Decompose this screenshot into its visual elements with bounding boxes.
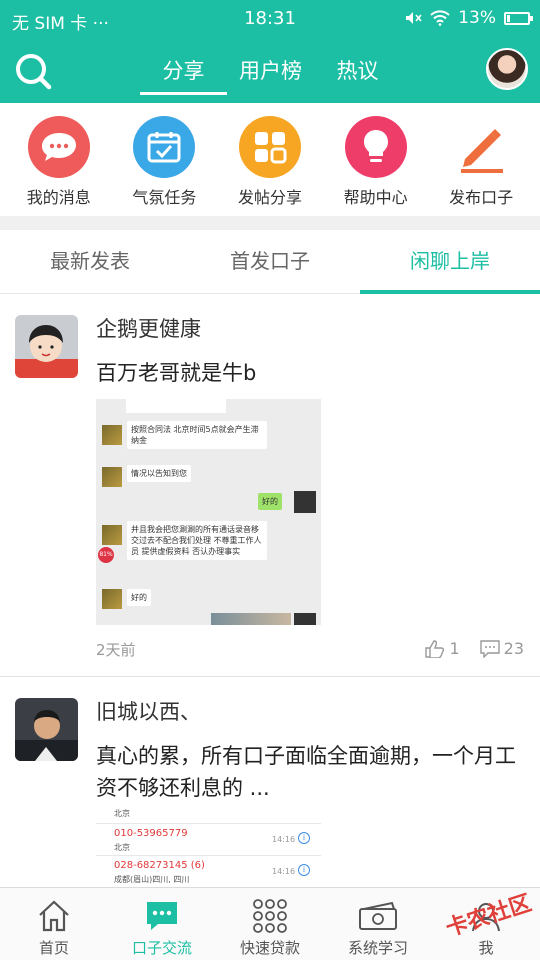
call-place: 北京 [114,843,130,852]
chat-avatar [102,589,122,609]
nav-label: 系统学习 [347,939,408,957]
nav-home[interactable]: 首页 [0,888,108,960]
battery-percent: 13% [458,8,496,28]
like-count: 1 [449,639,460,658]
call-place: 北京 [114,809,130,818]
search-button[interactable] [14,52,54,92]
grid-icon [238,116,301,178]
post-time: 2天前 [96,641,136,659]
call-time: 14:16 [272,835,296,844]
pencil-icon [450,116,512,178]
shortcut-row: 我的消息 气氛任务 发帖分享 帮助中心 发布口子 [0,103,540,216]
shortcut-label: 我的消息 [26,188,91,207]
chat-message: 并且我会把您涮涮的所有通话录音移交过去不配合我们处理 不尊重工作人员 提供虚假资… [127,521,267,560]
shortcut-label: 发帖分享 [237,188,302,207]
tab-chat-ashore[interactable]: 闲聊上岸 [360,230,540,294]
post-author[interactable]: 企鹅更健康 [96,313,201,343]
call-row: 010-53965779 北京 14:16 i [96,826,321,856]
call-row: 北京 [96,806,321,824]
lightbulb-icon [344,116,407,178]
chat-avatar [102,425,122,445]
status-icons: 13% [404,8,533,28]
post-card[interactable]: 旧城以西、 真心的累，所有口子面临全面逾期，一个月工资不够还利息的 ... 北京… [0,678,540,888]
chat-message: 情况以告知到您 [127,465,191,482]
chat-message: 好的 [127,589,151,606]
tab-first-release[interactable]: 首发口子 [180,230,360,293]
call-number: 028-68273145 (6) [114,860,205,871]
comment-count: 23 [503,639,524,658]
battery-icon [504,11,533,25]
nav-label: 口子交流 [131,939,192,957]
chat-icon [108,896,216,936]
nav-system-learning[interactable]: 系统学习 [324,888,432,960]
shortcut-my-messages[interactable]: 我的消息 [9,103,109,216]
tab-hot-discussion[interactable]: 热议 [314,55,401,95]
avatar[interactable] [15,698,78,761]
post-image[interactable]: 按照合同法 北京时间5点就会产生滞纳金 情况以告知到您 好的 81% 并且我会把… [96,399,321,625]
thumbs-up-icon [425,639,445,658]
wifi-icon [430,10,450,26]
chat-message: 好的 [258,493,282,510]
post-stats: 1 23 [425,639,524,658]
tab-user-ranking[interactable]: 用户榜 [227,55,314,95]
call-time: 14:16 [272,867,296,876]
search-icon [16,54,52,90]
chat-avatar [294,491,316,513]
header-tabs: 分享 用户榜 热议 [140,55,401,95]
mute-icon [406,12,422,24]
post-author[interactable]: 旧城以西、 [96,696,201,726]
chat-bubble-icon [27,116,90,178]
shortcut-label: 发布口子 [449,188,514,207]
progress-badge: 81% [98,547,114,563]
shortcut-tasks[interactable]: 气氛任务 [114,103,214,216]
post-text: 百万老哥就是牛b [96,361,257,385]
nav-fast-loan[interactable]: 快速贷款 [216,888,324,960]
nav-label: 我 [478,939,494,957]
shortcut-publish-loan[interactable]: 发布口子 [431,103,531,216]
profile-avatar[interactable] [486,48,528,90]
shortcut-label: 气氛任务 [132,188,197,207]
call-number: 010-53965779 [114,828,188,839]
shortcut-help-center[interactable]: 帮助中心 [326,103,426,216]
chat-avatar [102,525,122,545]
status-bar: 无 SIM 卡 ··· 18:31 13% [0,0,540,38]
comment-icon [479,639,500,658]
info-icon: i [298,864,310,876]
top-bar: 无 SIM 卡 ··· 18:31 13% 分享 用户榜 热议 [0,0,540,103]
chat-avatar [102,467,122,487]
sub-tabs: 最新发表 首发口子 闲聊上岸 [0,230,540,294]
avatar[interactable] [15,315,78,378]
battery-level [507,14,510,22]
post-card[interactable]: 企鹅更健康 百万老哥就是牛b 按照合同法 北京时间5点就会产生滞纳金 情况以告知… [0,295,540,677]
nav-loan-exchange[interactable]: 口子交流 [108,888,216,960]
section-divider [0,216,540,230]
like-button[interactable]: 1 [425,639,460,658]
dots-grid-icon [216,896,324,936]
call-place: 成都(眉山)四川, 四川 [114,875,190,884]
call-row: 028-68273145 (6) 成都(眉山)四川, 四川 14:16 i [96,858,321,888]
tab-latest[interactable]: 最新发表 [0,230,180,293]
tab-share[interactable]: 分享 [140,55,227,95]
nav-label: 快速贷款 [239,939,300,957]
comment-button[interactable]: 23 [479,639,524,658]
shortcut-label: 帮助中心 [343,188,408,207]
info-icon: i [298,832,310,844]
nav-label: 首页 [38,939,69,957]
post-text: 真心的累，所有口子面临全面逾期，一个月工资不够还利息的 ... [96,744,516,800]
shortcut-post-share[interactable]: 发帖分享 [220,103,320,216]
money-icon [324,896,432,936]
post-image[interactable]: 北京 010-53965779 北京 14:16 i 028-68273145 … [96,806,321,888]
calendar-check-icon [133,116,196,178]
home-icon [0,896,108,936]
chat-message: 按照合同法 北京时间5点就会产生滞纳金 [127,421,267,449]
